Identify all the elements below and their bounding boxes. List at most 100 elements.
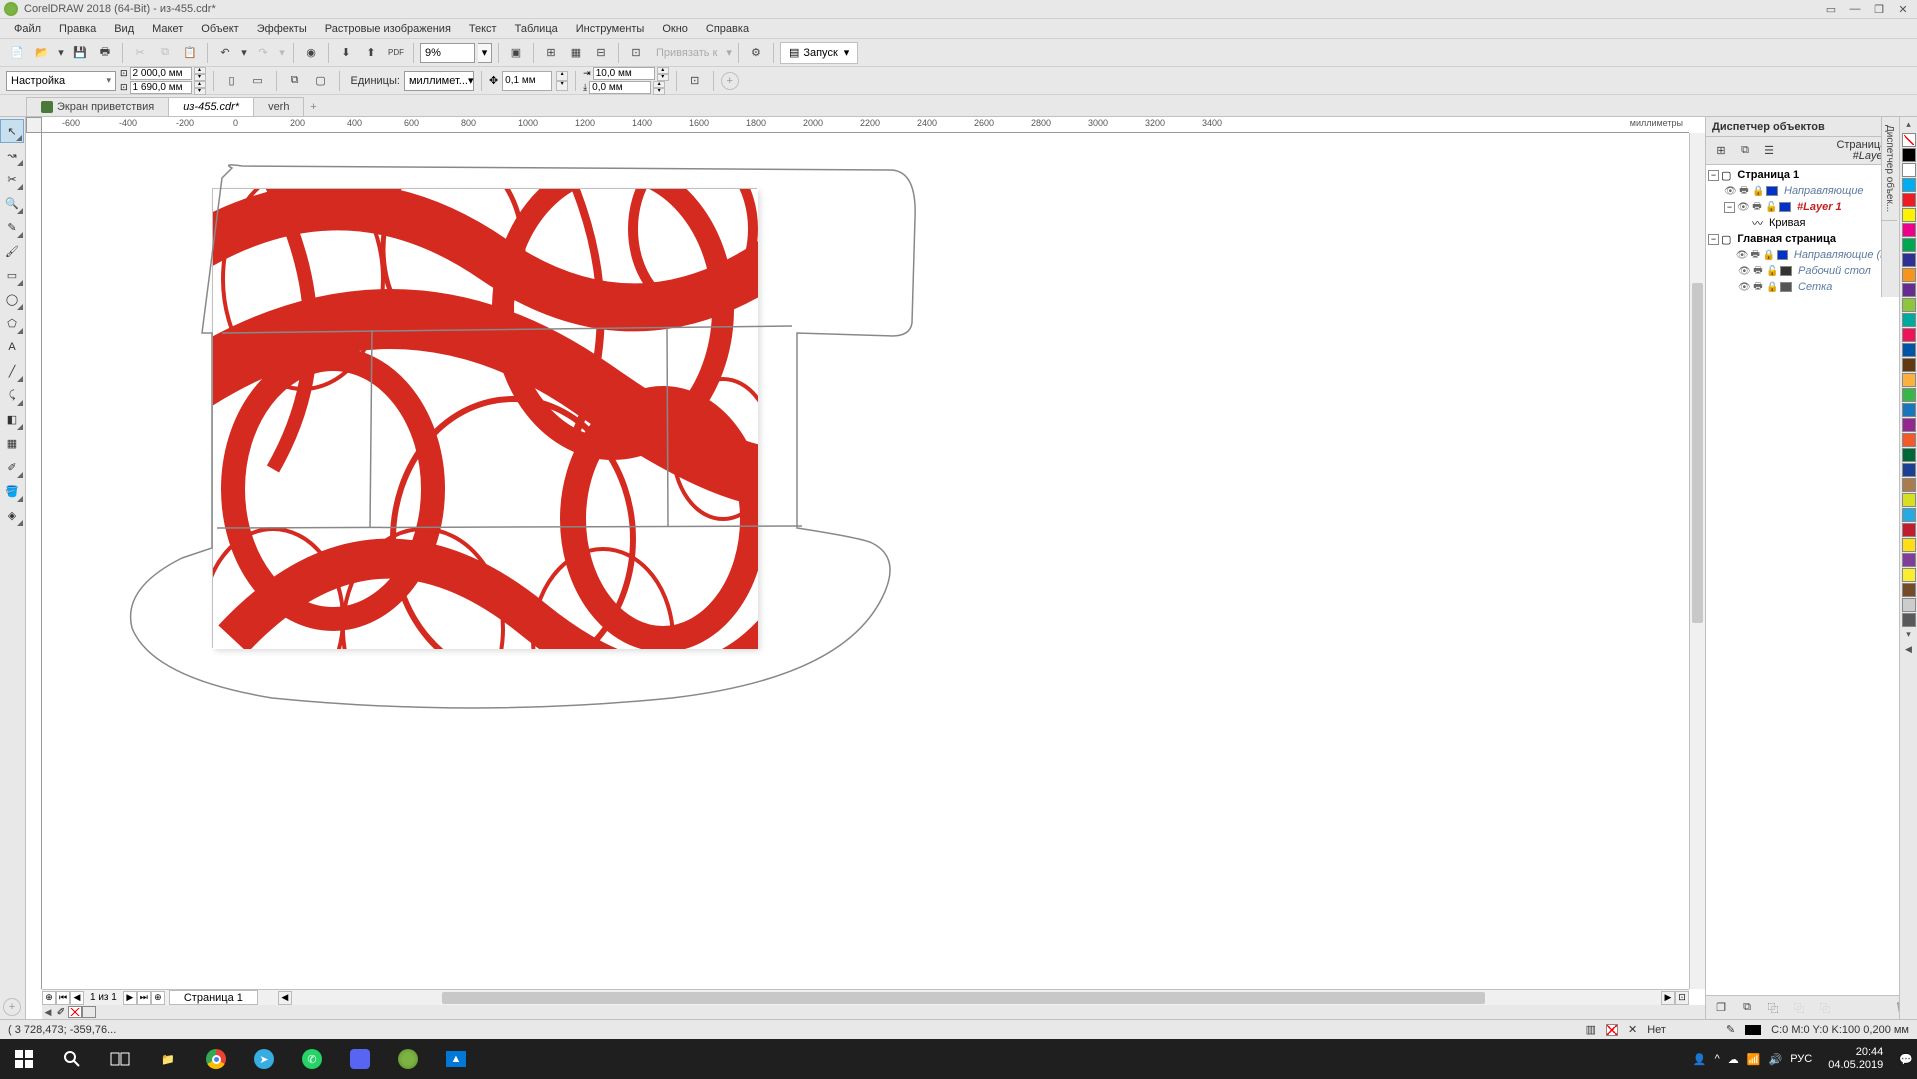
import-button[interactable]: ⬇ [335, 42, 357, 64]
om-layer-manager-view[interactable]: ☰ [1758, 140, 1780, 162]
page-preset-dropdown[interactable]: Настройка▾ [6, 71, 116, 91]
transparency-tool[interactable]: ▦ [0, 431, 24, 455]
add-tool-button[interactable]: + [0, 995, 24, 1019]
palette-eyedropper[interactable]: ✐ [54, 1006, 68, 1018]
rulers-toggle[interactable]: ⊞ [540, 42, 562, 64]
zoom-level[interactable]: 9% [420, 43, 475, 63]
color-orange[interactable] [1902, 268, 1916, 282]
color-skyblue[interactable] [1902, 508, 1916, 522]
tray-people-icon[interactable]: 👤 [1693, 1053, 1707, 1066]
color-orange2[interactable] [1902, 433, 1916, 447]
fullscreen-button[interactable]: ▣ [505, 42, 527, 64]
tray-notifications-icon[interactable]: 💬 [1899, 1053, 1913, 1066]
task-view-button[interactable] [96, 1039, 144, 1079]
search-button[interactable]: ◉ [300, 42, 322, 64]
cut-button[interactable]: ✂ [129, 42, 151, 64]
color-magenta[interactable] [1902, 223, 1916, 237]
units-dropdown[interactable]: миллимет...▾ [404, 71, 474, 91]
color-teal[interactable] [1902, 313, 1916, 327]
dupy-spinner[interactable]: ▴▾ [653, 81, 665, 94]
menu-window[interactable]: Окно [654, 21, 696, 37]
first-page[interactable]: ⏮ [56, 991, 70, 1005]
palette-up[interactable]: ▴ [1906, 117, 1911, 132]
snap-label[interactable]: Привязать к [650, 47, 723, 59]
tab-document-1[interactable]: из-455.cdr* [168, 97, 254, 116]
open-dropdown[interactable]: ▾ [56, 42, 66, 64]
color-tan[interactable] [1902, 478, 1916, 492]
outline-pen-icon[interactable]: ✎ [1726, 1023, 1735, 1036]
polygon-tool[interactable]: ⬠ [0, 311, 24, 335]
color-red2[interactable] [1902, 523, 1916, 537]
new-layer-button[interactable]: ❐ [1710, 997, 1732, 1019]
menu-object[interactable]: Объект [193, 21, 246, 37]
all-pages-button[interactable]: ⧉ [284, 70, 306, 92]
save-button[interactable]: 💾 [69, 42, 91, 64]
whatsapp-taskbar[interactable]: ✆ [288, 1039, 336, 1079]
print-button[interactable]: 🖶 [94, 42, 116, 64]
palette-down[interactable]: ▾ [1906, 627, 1911, 642]
export-button[interactable]: ⬆ [360, 42, 382, 64]
launch-button[interactable]: ▤ Запуск ▾ [780, 42, 858, 64]
canvas[interactable] [42, 133, 1689, 989]
hscroll-right[interactable]: ▶ [1661, 991, 1675, 1005]
vertical-ruler[interactable]: 16001400120010008006004002000 [26, 133, 42, 989]
color-ylwgrn[interactable] [1902, 493, 1916, 507]
nudge-input[interactable]: 0,1 мм [502, 71, 552, 91]
color-yellow[interactable] [1902, 208, 1916, 222]
fill-swatch[interactable] [1606, 1024, 1618, 1036]
color-amber[interactable] [1902, 373, 1916, 387]
duplicate-x-input[interactable]: 10,0 мм [593, 67, 655, 80]
om-edit-across[interactable]: ⧉ [1734, 140, 1756, 162]
maximize-button[interactable]: ❐ [1869, 3, 1889, 16]
guides-toggle[interactable]: ⊟ [590, 42, 612, 64]
color-yellow2[interactable] [1902, 538, 1916, 552]
palette-swatch-yellow[interactable] [82, 1006, 96, 1018]
hscroll-left[interactable]: ◀ [278, 991, 292, 1005]
color-green[interactable] [1902, 238, 1916, 252]
menu-layout[interactable]: Макет [144, 21, 191, 37]
minimize-button[interactable]: — [1845, 3, 1865, 16]
color-green2[interactable] [1902, 388, 1916, 402]
tray-network-icon[interactable]: 📶 [1747, 1053, 1761, 1066]
color-gray[interactable] [1902, 598, 1916, 612]
new-master-layer-button[interactable]: ⧉ [1736, 997, 1758, 1019]
snap-toggle[interactable]: ⊡ [625, 42, 647, 64]
coreldraw-taskbar[interactable] [384, 1039, 432, 1079]
portrait-button[interactable]: ▯ [221, 70, 243, 92]
current-page-button[interactable]: ▢ [310, 70, 332, 92]
menu-bitmaps[interactable]: Растровые изображения [317, 21, 459, 37]
drop-shadow-tool[interactable]: ◧ [0, 407, 24, 431]
paste-button[interactable]: 📋 [179, 42, 201, 64]
color-none[interactable] [1902, 133, 1916, 147]
menu-view[interactable]: Вид [106, 21, 142, 37]
shape-tool[interactable]: ↝ [0, 143, 24, 167]
artistic-media-tool[interactable]: 🖌 [0, 239, 24, 263]
color-darkblue[interactable] [1902, 343, 1916, 357]
add-prop-button[interactable]: + [721, 72, 739, 90]
new-button[interactable]: 📄 [6, 42, 28, 64]
open-button[interactable]: 📂 [31, 42, 53, 64]
pdf-button[interactable]: PDF [385, 42, 407, 64]
add-tab-button[interactable]: + [303, 98, 323, 116]
color-lime[interactable] [1902, 298, 1916, 312]
freehand-tool[interactable]: ✎ [0, 215, 24, 239]
menu-help[interactable]: Справка [698, 21, 757, 37]
file-explorer-taskbar[interactable]: 📁 [144, 1039, 192, 1079]
last-page[interactable]: ⏭ [137, 991, 151, 1005]
eyedropper-tool[interactable]: ✐ [0, 455, 24, 479]
undo-dropdown[interactable]: ▾ [239, 42, 249, 64]
search-button-taskbar[interactable] [48, 1039, 96, 1079]
ruler-origin[interactable] [26, 117, 42, 133]
color-brightyellow[interactable] [1902, 568, 1916, 582]
outline-tool[interactable]: ◈ [0, 503, 24, 527]
menu-tools[interactable]: Инструменты [568, 21, 653, 37]
zoom-tool[interactable]: 🔍 [0, 191, 24, 215]
next-page[interactable]: ▶ [123, 991, 137, 1005]
nudge-spinner[interactable]: ▴▾ [556, 71, 568, 91]
parallel-dim-tool[interactable]: ╱ [0, 359, 24, 383]
color-blue2[interactable] [1902, 403, 1916, 417]
docker-side-tab[interactable]: Диспетчер объек... [1882, 117, 1897, 221]
options-button[interactable]: ⚙ [745, 42, 767, 64]
connector-tool[interactable]: ⤹ [0, 383, 24, 407]
palette-left[interactable]: ◀ [42, 1007, 54, 1018]
